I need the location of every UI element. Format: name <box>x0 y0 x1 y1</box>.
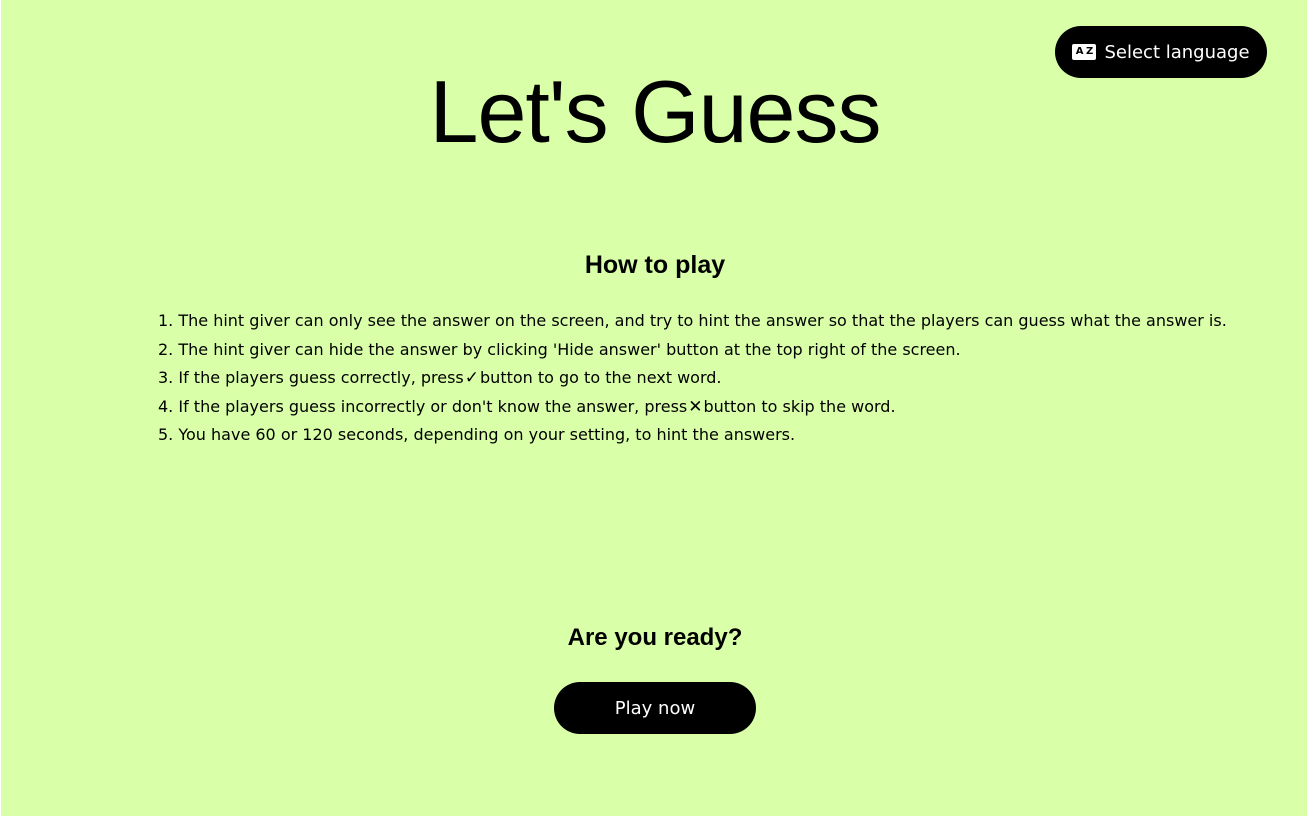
language-icon-letter-a: A <box>1075 46 1084 57</box>
how-to-play-heading: How to play <box>584 251 726 279</box>
rule-number: 3. <box>158 368 174 387</box>
rule-text-after: button to skip the word. <box>703 396 896 416</box>
rule-item-3: 3. If the players guess correctly, press… <box>158 364 1227 393</box>
language-icon-letter-z: Z <box>1085 46 1094 57</box>
rule-number: 1. <box>158 311 174 330</box>
rule-number: 4. <box>158 396 174 416</box>
rule-text-before: If the players guess correctly, press <box>178 368 464 387</box>
page-title: Let's Guess <box>429 62 882 161</box>
rule-item-2: 2. The hint giver can hide the answer by… <box>158 336 1227 365</box>
rule-text: The hint giver can hide the answer by cl… <box>178 339 961 359</box>
rule-number: 5. <box>158 425 174 444</box>
select-language-label: Select language <box>1104 41 1250 63</box>
rules-list: 1. The hint giver can only see the answe… <box>158 307 1227 450</box>
ready-heading: Are you ready? <box>567 624 743 651</box>
rule-text: The hint giver can only see the answer o… <box>178 311 1227 330</box>
play-now-label: Play now <box>614 697 696 719</box>
rule-text-after: button to go to the next word. <box>480 368 722 387</box>
rule-item-1: 1. The hint giver can only see the answe… <box>158 307 1227 336</box>
cross-icon: ✕ <box>688 396 703 417</box>
rule-item-5: 5. You have 60 or 120 seconds, depending… <box>158 421 1227 450</box>
language-icon: A Z <box>1072 44 1097 60</box>
rule-text-before: If the players guess incorrectly or don'… <box>178 396 688 416</box>
rule-number: 2. <box>158 339 174 359</box>
play-now-button[interactable]: Play now <box>554 682 756 734</box>
rule-text: You have 60 or 120 seconds, depending on… <box>178 425 796 444</box>
check-icon: ✓ <box>464 368 480 388</box>
rule-item-4: 4. If the players guess incorrectly or d… <box>158 393 1227 422</box>
